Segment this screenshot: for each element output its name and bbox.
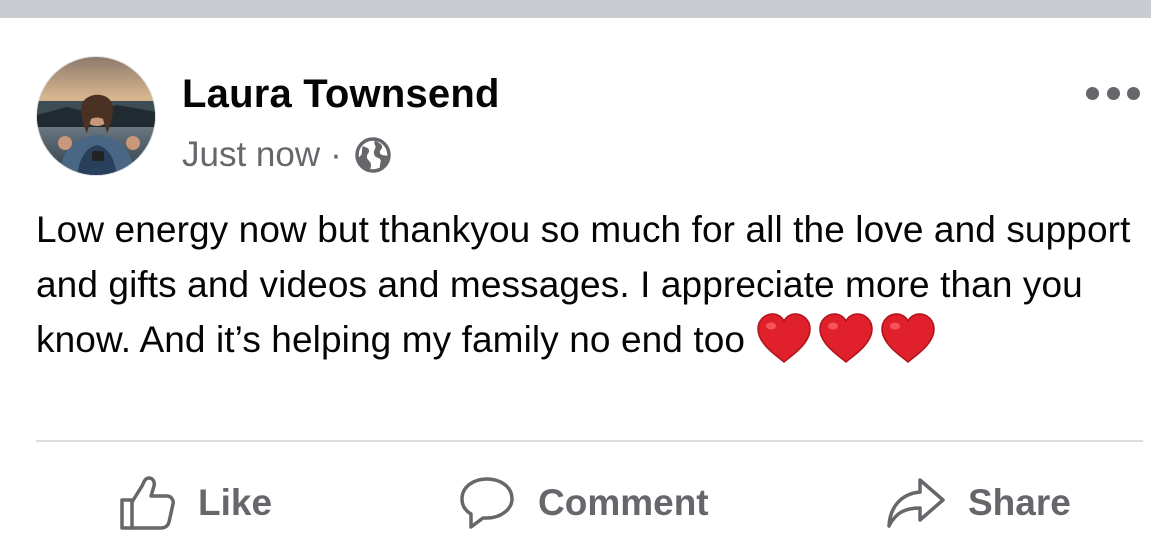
share-label: Share [968,482,1071,523]
post-text: Low energy now but thankyou so much for … [36,202,1146,367]
thumbs-up-icon [120,476,175,530]
avatar-photo [37,57,155,175]
heart-emojis [755,312,937,364]
like-label: Like [198,482,273,523]
globe-icon[interactable] [354,136,392,174]
red-heart-icon [757,313,811,363]
comment-icon [460,477,514,529]
red-heart-icon [881,313,935,363]
top-separator-bar [0,0,1151,18]
red-heart-icon [819,313,873,363]
meta-separator: · [330,135,342,174]
post-text-content: Low energy now but thankyou so much for … [36,209,1131,360]
more-dot [1086,86,1099,100]
avatar[interactable] [36,56,156,176]
like-button[interactable]: Like [118,468,272,538]
author-name[interactable]: Laura Townsend [182,72,500,117]
post-actions-bar: Like Comment Share [0,468,1151,538]
more-dot [1106,86,1120,100]
post-meta: Just now · [182,134,392,176]
timestamp[interactable]: Just now [182,135,320,175]
more-options-icon[interactable] [1086,80,1140,106]
comment-label: Comment [538,482,709,523]
share-button[interactable]: Share [886,468,1071,538]
share-icon [887,478,945,528]
more-dot [1127,86,1140,100]
post-card: Laura Townsend Just now · Low energy now… [0,18,1151,549]
actions-divider [36,440,1143,442]
comment-button[interactable]: Comment [458,468,709,538]
